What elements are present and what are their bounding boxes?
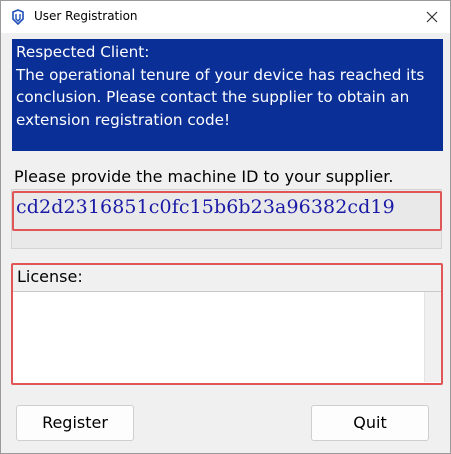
notice-line: conclusion. Please contact the supplier … xyxy=(16,88,410,106)
notice-line: extension registration code! xyxy=(16,110,231,129)
license-input[interactable] xyxy=(13,292,423,382)
close-icon[interactable] xyxy=(422,7,442,27)
app-logo-icon xyxy=(12,9,24,25)
license-group: License: xyxy=(11,263,443,385)
registration-window: User Registration Respected Client: The … xyxy=(0,0,451,454)
title-bar: User Registration xyxy=(1,1,450,33)
machine-id-prompt: Please provide the machine ID to your su… xyxy=(14,167,394,186)
notice-line: The operational tenure of your device ha… xyxy=(16,65,425,84)
license-label-bar: License: xyxy=(13,265,441,292)
window-title: User Registration xyxy=(34,9,138,23)
register-button[interactable]: Register xyxy=(16,405,134,441)
quit-button[interactable]: Quit xyxy=(311,405,429,441)
license-scrollbar[interactable] xyxy=(424,292,441,382)
license-label: License: xyxy=(17,267,83,286)
machine-id-value[interactable]: cd2d2316851c0fc15b6b23a96382cd19 xyxy=(16,196,395,218)
notice-line: Respected Client: xyxy=(16,43,150,61)
expiration-notice: Respected Client: The operational tenure… xyxy=(12,39,443,151)
